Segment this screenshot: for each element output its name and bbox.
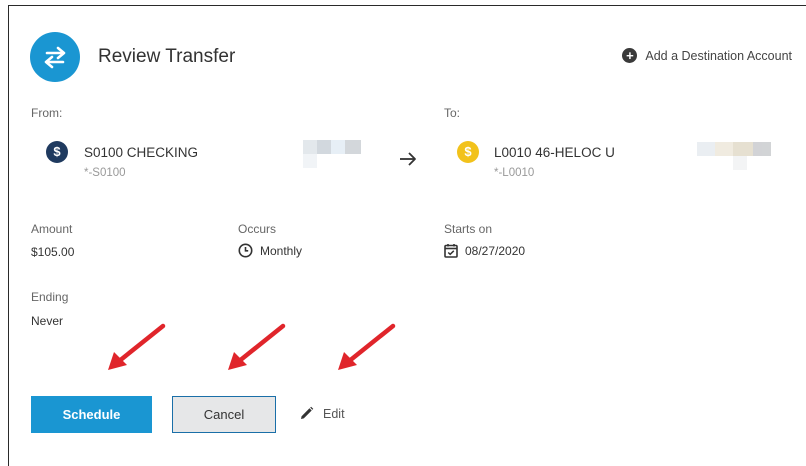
page-title: Review Transfer — [98, 46, 236, 67]
redacted-balance — [303, 140, 361, 168]
add-destination-label: Add a Destination Account — [645, 48, 792, 63]
arrow-right-icon — [398, 150, 418, 173]
from-account-number: *-S0100 — [84, 167, 126, 179]
transfer-icon — [30, 32, 80, 82]
amount-value: $105.00 — [31, 245, 75, 259]
cancel-button[interactable]: Cancel — [172, 396, 276, 433]
annotation-arrow — [108, 323, 166, 370]
schedule-button[interactable]: Schedule — [31, 396, 152, 433]
ending-value: Never — [31, 314, 64, 328]
add-destination-account-link[interactable]: + Add a Destination Account — [622, 48, 792, 63]
starts-on-value: 08/27/2020 — [444, 243, 525, 258]
dollar-icon: $ — [46, 141, 68, 163]
occurs-text: Monthly — [260, 243, 303, 258]
occurs-value: Monthly — [238, 243, 302, 258]
redacted-balance — [697, 142, 771, 170]
from-account-name: S0100 CHECKING — [84, 145, 199, 160]
starts-on-label: Starts on — [444, 222, 493, 236]
pencil-icon — [301, 406, 314, 419]
plus-circle-icon: + — [622, 48, 638, 63]
starts-on-text: 08/27/2020 — [465, 243, 526, 258]
annotation-arrow — [338, 323, 396, 370]
ending-label: Ending — [31, 290, 69, 304]
amount-label: Amount — [31, 222, 73, 236]
clock-icon — [238, 243, 253, 258]
to-label: To: — [444, 106, 461, 120]
to-account-name: L0010 46-HELOC U — [494, 145, 615, 160]
to-account-number: *-L0010 — [494, 167, 535, 179]
calendar-check-icon — [444, 244, 458, 258]
dollar-icon: $ — [457, 141, 479, 163]
occurs-label: Occurs — [238, 222, 277, 236]
annotation-arrow — [228, 323, 286, 370]
from-label: From: — [31, 106, 63, 120]
edit-button[interactable]: Edit — [299, 406, 345, 421]
edit-label: Edit — [323, 406, 345, 421]
